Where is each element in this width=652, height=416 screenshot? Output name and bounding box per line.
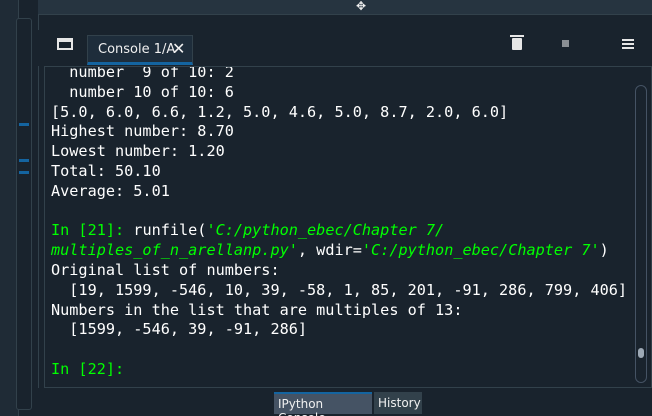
- scroll-marker: [19, 159, 29, 162]
- pane-title-bar: ✥: [38, 0, 652, 15]
- console-line: In [22]:: [51, 360, 629, 380]
- console-line: In [21]: runfile('C:/python_ebec/Chapter…: [51, 221, 629, 241]
- console-line: Highest number: 8.70: [51, 122, 234, 141]
- tab-console-1a[interactable]: Console 1/A ✕: [87, 35, 193, 65]
- console-line: Original list of numbers:: [51, 260, 280, 279]
- scroll-marker: [19, 171, 29, 174]
- console-line: number 9 of 10: 2: [51, 66, 234, 81]
- console-line: [1599, -546, 39, -91, 286]: [51, 320, 308, 339]
- console-line: multiples_of_n_arellanp.py', wdir='C:/py…: [51, 241, 629, 261]
- console-line: [5.0, 6.0, 6.6, 1.2, 5.0, 4.6, 5.0, 8.7,…: [51, 102, 509, 121]
- command-text: , wdir=: [297, 241, 362, 260]
- scroll-marker: [19, 123, 29, 126]
- input-prompt: In [21]:: [51, 221, 125, 240]
- browse-tabs-icon[interactable]: [57, 38, 73, 50]
- close-icon[interactable]: ✕: [172, 39, 185, 58]
- tab-label: Console 1/A: [98, 42, 176, 57]
- console-line: number 10 of 10: 6: [51, 82, 234, 101]
- console-scrollbar[interactable]: [635, 85, 647, 383]
- string-literal: 'C:/python_ebec/Chapter 7': [361, 241, 600, 260]
- scrollbar-handle[interactable]: [638, 348, 644, 358]
- console-line: Lowest number: 1.20: [51, 142, 225, 161]
- bottom-tab-bar: IPython Console History: [38, 388, 652, 416]
- editor-scrollbar[interactable]: [16, 18, 32, 410]
- tab-ipython-console[interactable]: IPython Console: [274, 392, 372, 416]
- console-line: Average: 5.01: [51, 181, 170, 200]
- console-output[interactable]: number 9 of 10: 2 number 10 of 10: 6 [5.0…: [51, 66, 629, 380]
- console-line: Total: 50.10: [51, 161, 161, 180]
- editor-pane-edge: [0, 0, 39, 416]
- tab-history[interactable]: History: [374, 392, 422, 414]
- console-line: [19, 1599, -546, 10, 39, -58, 1, 85, 201…: [51, 280, 628, 299]
- ipython-console[interactable]: number 9 of 10: 2 number 10 of 10: 6 [5.0…: [44, 66, 652, 388]
- console-pane-header: Console 1/A ✕: [38, 30, 652, 66]
- move-icon[interactable]: ✥: [354, 0, 368, 12]
- string-literal: multiples_of_n_arellanp.py': [51, 241, 298, 260]
- console-line: Numbers in the list that are multiples o…: [51, 300, 463, 319]
- input-prompt: In [22]:: [51, 359, 125, 378]
- string-literal: 'C:/python_ebec/Chapter 7/: [206, 221, 445, 240]
- spyder-window: ✥ Console 1/A ✕ number 9 of 10: 2 number…: [0, 0, 652, 416]
- stop-icon[interactable]: [562, 40, 569, 47]
- hamburger-menu-icon[interactable]: [622, 39, 634, 49]
- trash-icon[interactable]: [510, 35, 524, 50]
- command-text: ): [599, 241, 609, 260]
- command-text: runfile(: [124, 221, 207, 240]
